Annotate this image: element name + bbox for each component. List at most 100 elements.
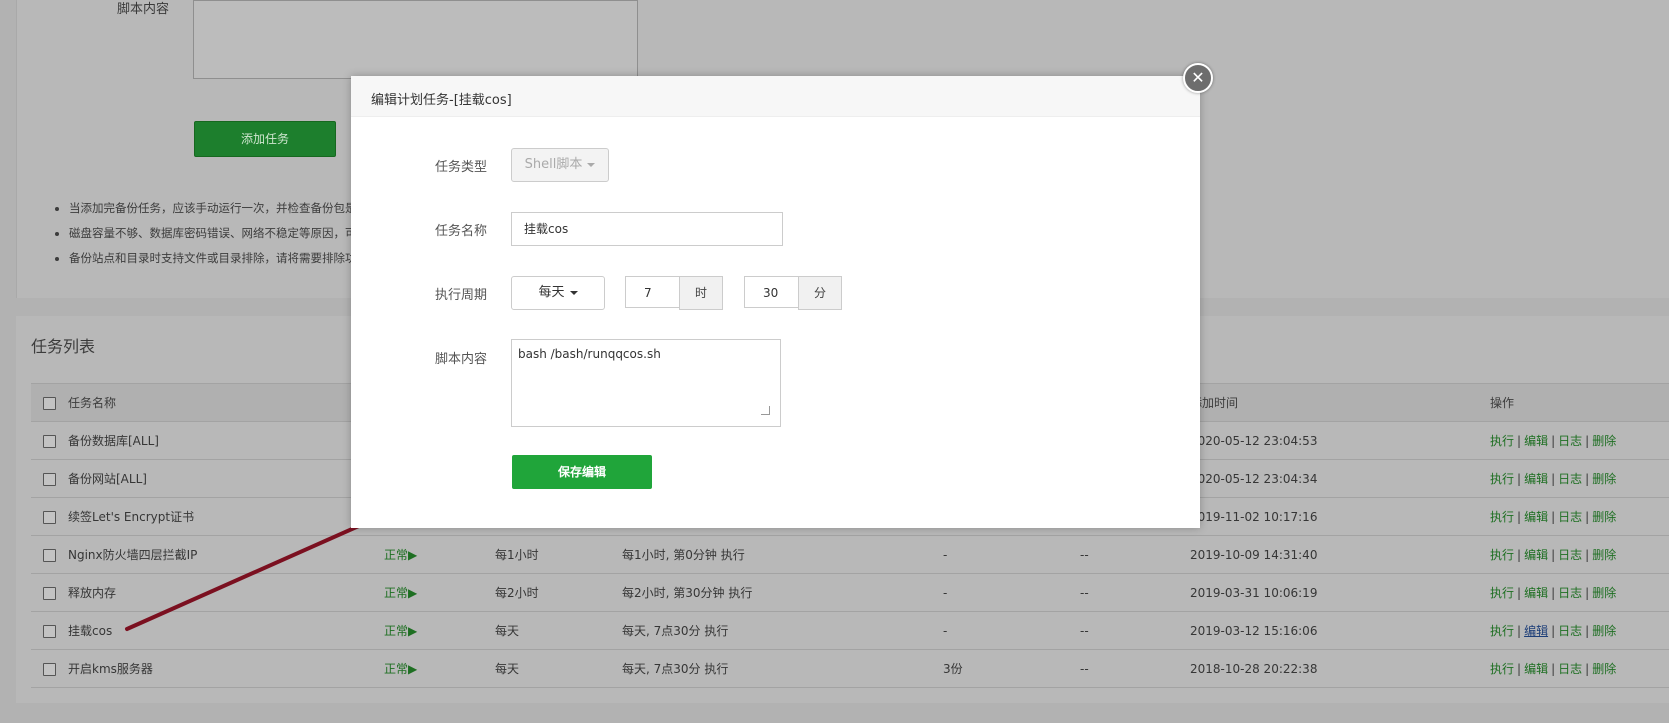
op-exec-link[interactable]: 执行 (1490, 510, 1514, 524)
task-status-cell: 正常▶ (384, 535, 495, 574)
op-exec-link[interactable]: 执行 (1490, 472, 1514, 486)
op-separator: | (1585, 510, 1590, 524)
table-row: 开启kms服务器 正常▶ 每天 每天, 7点30分 执行 3份 -- 2018-10-28 … (31, 649, 1669, 688)
save-edit-button[interactable]: 保存编辑 (512, 455, 652, 489)
op-separator: | (1517, 548, 1522, 562)
task-target-cell: -- (1080, 611, 1190, 650)
op-separator: | (1551, 472, 1556, 486)
add-task-button[interactable]: 添加任务 (194, 121, 336, 157)
task-list-title: 任务列表 (31, 337, 96, 356)
op-separator: | (1517, 662, 1522, 676)
task-status-cell: 正常▶ (384, 611, 495, 650)
ops-cell: 执行 | 编辑 | 日志 | 删除 (1490, 421, 1669, 460)
op-edit-link[interactable]: 编辑 (1524, 434, 1548, 448)
op-separator: | (1551, 510, 1556, 524)
select-all-checkbox[interactable] (43, 397, 56, 410)
row-checkbox[interactable] (43, 473, 56, 486)
row-checkbox[interactable] (43, 549, 56, 562)
tip-item: 备份站点和目录时支持文件或目录排除，请将需要排除功 (69, 246, 357, 271)
op-edit-link[interactable]: 编辑 (1524, 510, 1548, 524)
ops-cell: 执行 | 编辑 | 日志 | 删除 (1490, 535, 1669, 574)
task-target-cell: -- (1080, 649, 1190, 688)
task-period-cell: 每1小时 (495, 535, 622, 574)
ops-cell: 执行 | 编辑 | 日志 | 删除 (1490, 573, 1669, 612)
op-exec-link[interactable]: 执行 (1490, 548, 1514, 562)
op-delete-link[interactable]: 删除 (1592, 472, 1616, 486)
op-separator: | (1585, 586, 1590, 600)
op-separator: | (1585, 548, 1590, 562)
hour-input[interactable]: 7 (625, 276, 680, 308)
op-delete-link[interactable]: 删除 (1592, 662, 1616, 676)
op-delete-link[interactable]: 删除 (1592, 624, 1616, 638)
op-separator: | (1517, 434, 1522, 448)
op-delete-link[interactable]: 删除 (1592, 548, 1616, 562)
period-select[interactable]: 每天 (511, 276, 605, 310)
task-added-cell: 2020-05-12 23:04:53 (1190, 421, 1490, 460)
task-name-cell: 备份数据库[ALL] (68, 434, 159, 448)
task-backup-cell: - (943, 611, 1080, 650)
tip-item: 磁盘容量不够、数据库密码错误、网络不稳定等原因，可 (69, 221, 357, 246)
minute-input[interactable]: 30 (744, 276, 799, 308)
minute-unit: 分 (798, 276, 842, 310)
task-period-cell: 每天 (495, 649, 622, 688)
close-icon[interactable]: ✕ (1183, 63, 1213, 93)
row-checkbox[interactable] (43, 435, 56, 448)
edit-task-modal: 编辑计划任务-[挂载cos] 任务类型 Shell脚本 任务名称 挂载cos 执… (351, 76, 1200, 528)
task-name-cell: Nginx防火墙四层拦截IP (68, 548, 198, 562)
table-row: Nginx防火墙四层拦截IP 正常▶ 每1小时 每1小时, 第0分钟 执行 - -- 201… (31, 535, 1669, 574)
task-backup-cell: 3份 (943, 649, 1080, 688)
script-textarea[interactable]: bash /bash/runqqcos.sh (511, 339, 781, 427)
modal-header: 编辑计划任务-[挂载cos] (351, 76, 1200, 117)
task-type-select[interactable]: Shell脚本 (511, 148, 609, 182)
op-log-link[interactable]: 日志 (1558, 434, 1582, 448)
op-edit-link[interactable]: 编辑 (1524, 586, 1548, 600)
task-name-input[interactable]: 挂载cos (511, 212, 783, 246)
task-period-cell: 每天 (495, 611, 622, 650)
op-exec-link[interactable]: 执行 (1490, 586, 1514, 600)
task-added-cell: 2019-03-31 10:06:19 (1190, 573, 1490, 612)
task-added-cell: 2019-11-02 10:17:16 (1190, 497, 1490, 536)
op-exec-link[interactable]: 执行 (1490, 624, 1514, 638)
task-exec-cell: 每1小时, 第0分钟 执行 (622, 535, 943, 574)
task-exec-cell: 每2小时, 第30分钟 执行 (622, 573, 943, 612)
op-edit-link[interactable]: 编辑 (1524, 662, 1548, 676)
op-log-link[interactable]: 日志 (1558, 548, 1582, 562)
op-edit-link[interactable]: 编辑 (1524, 624, 1548, 638)
row-checkbox[interactable] (43, 587, 56, 600)
script-label: 脚本内容 (435, 352, 488, 367)
op-log-link[interactable]: 日志 (1558, 472, 1582, 486)
task-exec-cell: 每天, 7点30分 执行 (622, 611, 943, 650)
op-log-link[interactable]: 日志 (1558, 662, 1582, 676)
op-log-link[interactable]: 日志 (1558, 624, 1582, 638)
op-delete-link[interactable]: 删除 (1592, 586, 1616, 600)
script-content-textarea[interactable] (193, 0, 638, 79)
op-separator: | (1585, 472, 1590, 486)
op-edit-link[interactable]: 编辑 (1524, 548, 1548, 562)
task-type-label: 任务类型 (435, 160, 488, 175)
column-header-added: 添加时间 (1190, 383, 1490, 422)
row-checkbox[interactable] (43, 663, 56, 676)
resize-grip-icon[interactable] (761, 406, 770, 415)
op-log-link[interactable]: 日志 (1558, 586, 1582, 600)
row-checkbox[interactable] (43, 511, 56, 524)
op-separator: | (1551, 434, 1556, 448)
op-delete-link[interactable]: 删除 (1592, 434, 1616, 448)
task-added-cell: 2018-10-28 20:22:38 (1190, 649, 1490, 688)
hour-unit: 时 (679, 276, 723, 310)
task-added-cell: 2019-10-09 14:31:40 (1190, 535, 1490, 574)
op-log-link[interactable]: 日志 (1558, 510, 1582, 524)
column-header-ops: 操作 (1490, 383, 1669, 422)
op-exec-link[interactable]: 执行 (1490, 434, 1514, 448)
script-content-label: 脚本内容 (117, 2, 170, 17)
row-checkbox[interactable] (43, 625, 56, 638)
op-edit-link[interactable]: 编辑 (1524, 472, 1548, 486)
page: 脚本内容 添加任务 当添加完备份任务，应该手动运行一次，并检查备份包是 磁盘容量… (0, 0, 1669, 723)
task-exec-cell: 每天, 7点30分 执行 (622, 649, 943, 688)
op-separator: | (1585, 624, 1590, 638)
op-separator: | (1517, 510, 1522, 524)
modal-title: 编辑计划任务-[挂载cos] (371, 93, 512, 108)
ops-cell: 执行 | 编辑 | 日志 | 删除 (1490, 649, 1669, 688)
op-delete-link[interactable]: 删除 (1592, 510, 1616, 524)
op-exec-link[interactable]: 执行 (1490, 662, 1514, 676)
task-type-value: Shell脚本 (524, 157, 583, 172)
